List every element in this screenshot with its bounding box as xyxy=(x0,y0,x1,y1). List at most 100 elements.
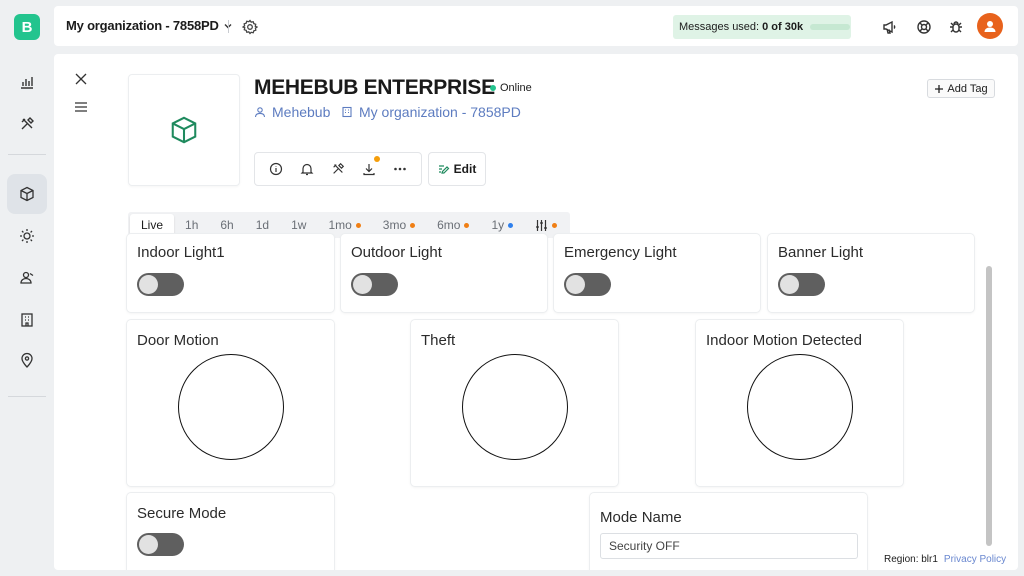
widget-label: Mode Name xyxy=(600,509,682,526)
tab-label: 1y xyxy=(491,218,505,232)
messages-label: Messages used: xyxy=(679,21,760,33)
device-organization-name: My organization - 7858PD xyxy=(359,104,521,120)
users-icon xyxy=(20,271,34,284)
sidebar-item-analytics[interactable] xyxy=(7,62,47,102)
sidebar-item-automations[interactable] xyxy=(7,216,47,256)
plus-icon xyxy=(935,84,944,93)
switch-knob xyxy=(780,275,799,294)
device-owner-name: Mehebub xyxy=(272,104,331,120)
banner-light-switch[interactable] xyxy=(778,273,825,296)
more-button[interactable] xyxy=(390,159,410,179)
sun-icon xyxy=(20,229,34,243)
user-avatar[interactable] xyxy=(977,13,1003,39)
premium-dot xyxy=(355,222,361,228)
premium-dot xyxy=(552,222,558,228)
top-header: My organization - 7858PD Messages used: … xyxy=(54,6,1018,46)
time-range-settings-button[interactable] xyxy=(524,214,568,236)
menu-icon[interactable] xyxy=(74,100,88,114)
widget-label: Secure Mode xyxy=(137,505,227,522)
switch-knob xyxy=(566,275,585,294)
widget-label: Outdoor Light xyxy=(351,244,442,261)
organization-name: My organization - 7858PD xyxy=(66,18,219,33)
tab-1w[interactable]: 1w xyxy=(280,214,317,236)
tab-1mo[interactable]: 1mo xyxy=(317,214,371,236)
secure-mode-switch[interactable] xyxy=(137,533,184,556)
widget-label: Door Motion xyxy=(137,332,219,349)
tab-3mo[interactable]: 3mo xyxy=(372,214,426,236)
info-icon xyxy=(270,162,283,176)
widget-indoor-motion: Indoor Motion Detected xyxy=(696,320,903,486)
user-avatar-icon xyxy=(984,21,996,32)
switch-knob xyxy=(139,275,158,294)
megaphone-icon xyxy=(883,20,896,34)
cube-icon xyxy=(171,116,197,144)
tab-label: Live xyxy=(141,218,164,232)
organization-settings-button[interactable] xyxy=(240,17,260,37)
device-organization[interactable]: My organization - 7858PD xyxy=(341,104,521,120)
indoor-light-switch[interactable] xyxy=(137,273,184,296)
header-divider xyxy=(228,20,229,33)
app-logo[interactable]: B xyxy=(14,14,40,40)
location-pin-icon xyxy=(21,352,33,368)
bug-icon xyxy=(950,21,962,33)
download-icon xyxy=(363,164,375,176)
building-icon xyxy=(342,106,352,118)
close-icon[interactable] xyxy=(74,72,88,86)
tab-1y[interactable]: 1y xyxy=(480,214,524,236)
privacy-policy-link[interactable]: Privacy Policy xyxy=(944,554,1006,565)
online-dot xyxy=(490,85,496,91)
download-badge xyxy=(373,156,380,162)
sliders-icon xyxy=(536,219,548,231)
add-tag-button[interactable]: Add Tag xyxy=(927,79,995,98)
device-owner[interactable]: Mehebub xyxy=(254,104,330,120)
report-bug-button[interactable] xyxy=(946,17,966,37)
mode-name-field[interactable]: Security OFF xyxy=(600,533,858,559)
widget-secure-mode: Secure Mode xyxy=(127,493,334,570)
sidebar-item-users[interactable] xyxy=(7,258,47,298)
messages-progress-bar xyxy=(810,24,851,30)
sidebar-divider xyxy=(8,396,46,397)
building-icon xyxy=(21,313,33,327)
widget-mode-name: Mode Name Security OFF xyxy=(590,493,867,570)
help-button[interactable] xyxy=(914,17,934,37)
lifebuoy-icon xyxy=(917,20,931,34)
sidebar-item-devices[interactable] xyxy=(7,174,47,214)
tab-1h[interactable]: 1h xyxy=(174,214,209,236)
main-content: MEHEBUB ENTERPRISE Online Mehebub My org… xyxy=(54,54,1018,570)
widget-label: Banner Light xyxy=(778,244,864,261)
widget-label: Indoor Light1 xyxy=(137,244,225,261)
premium-dot xyxy=(410,222,416,228)
user-icon xyxy=(254,107,266,118)
premium-dot xyxy=(508,222,514,228)
organization-selector[interactable]: My organization - 7858PD xyxy=(66,18,233,33)
edit-icon xyxy=(438,165,450,174)
tab-1d[interactable]: 1d xyxy=(245,214,280,236)
tab-live[interactable]: Live xyxy=(130,214,175,236)
device-status-label: Online xyxy=(500,82,532,94)
device-title: MEHEBUB ENTERPRISE xyxy=(254,76,495,99)
dashboard-scrollbar[interactable] xyxy=(986,266,992,546)
edit-button[interactable]: Edit xyxy=(428,152,486,186)
footer: Region: blr1 Privacy Policy xyxy=(884,554,1006,565)
edit-button-label: Edit xyxy=(453,162,477,176)
tab-6mo[interactable]: 6mo xyxy=(426,214,480,236)
sidebar-item-organizations[interactable] xyxy=(7,300,47,340)
notifications-button[interactable] xyxy=(297,159,317,179)
tab-label: 6h xyxy=(220,218,234,232)
sidebar-item-locations[interactable] xyxy=(7,340,47,380)
theft-indicator xyxy=(462,354,568,460)
announcements-button[interactable] xyxy=(880,17,900,37)
add-tag-label: Add Tag xyxy=(947,82,988,95)
device-tools-button[interactable] xyxy=(328,159,348,179)
emergency-light-switch[interactable] xyxy=(564,273,611,296)
widget-outdoor-light: Outdoor Light xyxy=(341,234,547,312)
tab-6h[interactable]: 6h xyxy=(209,214,244,236)
sidebar-divider xyxy=(8,154,46,155)
device-info-button[interactable] xyxy=(266,159,286,179)
region-label: Region: blr1 xyxy=(884,554,938,565)
sidebar-item-tools[interactable] xyxy=(7,104,47,144)
download-button[interactable] xyxy=(359,156,380,179)
outdoor-light-switch[interactable] xyxy=(351,273,398,296)
motion-indicator xyxy=(178,354,284,460)
device-status: Online xyxy=(490,82,532,94)
